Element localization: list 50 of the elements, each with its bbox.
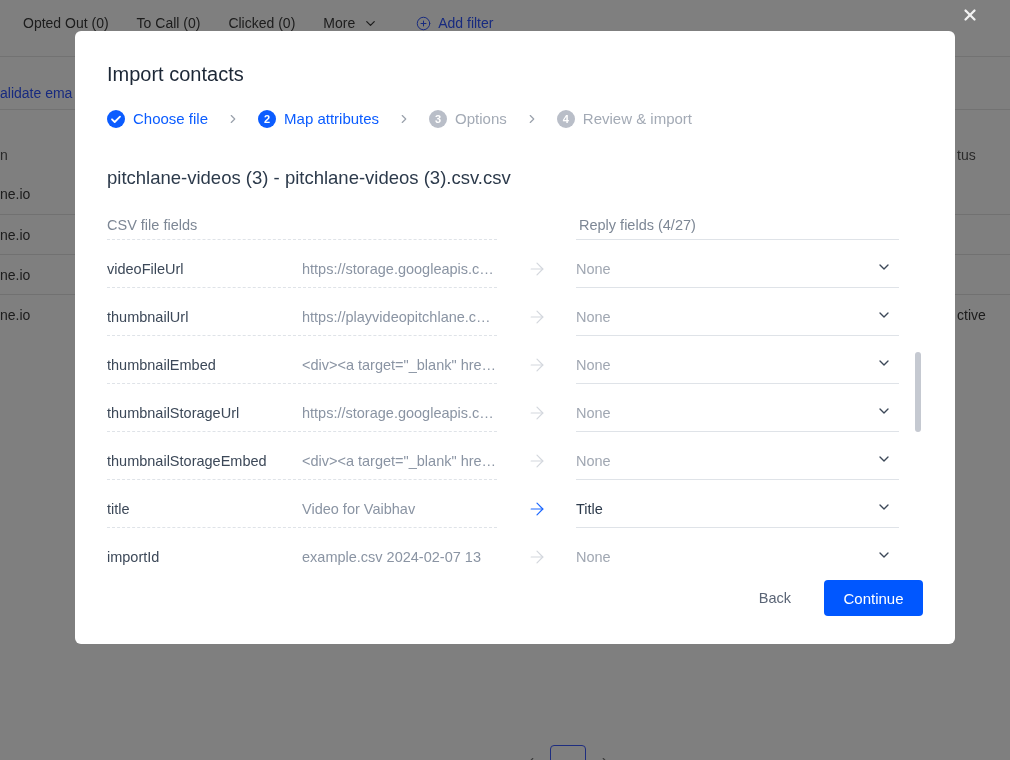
field-select[interactable]: None	[576, 528, 899, 565]
back-button[interactable]: Back	[742, 580, 807, 616]
column-header: CSV file fields	[107, 217, 198, 233]
field-select[interactable]: Title	[576, 480, 899, 528]
field-name: thumbnailStorageEmbed	[107, 452, 268, 471]
sample-value: <div><a target="_blank" hre…	[302, 356, 497, 375]
field-name: thumbnailEmbed	[107, 356, 217, 375]
step-label: Options	[455, 109, 507, 129]
table-cell-text: ne.io	[0, 305, 31, 325]
field-select[interactable]: None	[576, 240, 899, 288]
sample-value: https://playvideopitchlane.c…	[302, 308, 491, 327]
step-label: Review & import	[582, 109, 692, 129]
filter-tab[interactable]: To Call (0)	[136, 14, 201, 32]
step-number: 2	[258, 110, 277, 128]
field-select[interactable]: None	[576, 288, 899, 336]
add-filter-link[interactable]: Add filter	[416, 14, 494, 32]
field-name: importId	[107, 548, 161, 565]
close-icon[interactable]	[961, 6, 979, 24]
sample-value: https://storage.googleapis.c…	[302, 260, 494, 279]
scrollbar-thumb[interactable]	[915, 352, 921, 432]
field-select[interactable]: None	[576, 384, 899, 432]
file-name-heading: pitchlane-videos (3) - pitchlane-videos (3).csv.csv	[107, 166, 511, 190]
table-cell-text: ne.io	[0, 265, 31, 285]
field-name: thumbnailStorageUrl	[107, 404, 241, 423]
step-label: Choose file	[133, 109, 209, 129]
dialog-title: Import contacts	[107, 62, 244, 86]
table-cell-text: ctive	[957, 305, 986, 325]
column-header: n	[0, 146, 8, 165]
field-select[interactable]: None	[576, 336, 899, 384]
filter-tab[interactable]: Clicked (0)	[228, 14, 296, 32]
sample-value: https://storage.googleapis.c…	[302, 404, 494, 423]
field-name: title	[107, 500, 131, 519]
sample-value: <div><a target="_blank" hre…	[302, 452, 497, 471]
sample-value: Video for Vaibhav	[302, 500, 416, 519]
column-header: tus	[957, 146, 976, 165]
validate-email-link[interactable]: alidate ema	[0, 83, 73, 103]
column-header: Reply fields (4/27)	[579, 217, 696, 233]
table-cell-text: ne.io	[0, 185, 31, 204]
table-cell-text: ne.io	[0, 225, 31, 245]
plus-circle-icon	[416, 15, 432, 31]
filter-tab[interactable]: Opted Out (0)	[23, 14, 109, 32]
step-number: 3	[429, 110, 448, 128]
step-number: 4	[556, 110, 575, 128]
step-label: Map attributes	[284, 109, 380, 129]
field-name: thumbnailUrl	[107, 308, 190, 327]
continue-button[interactable]: Continue	[824, 580, 923, 616]
more-menu[interactable]: More	[323, 14, 379, 32]
sample-value: example.csv 2024-02-07 13	[302, 548, 481, 565]
field-name: videoFileUrl	[107, 260, 185, 279]
field-select[interactable]: None	[576, 432, 899, 480]
